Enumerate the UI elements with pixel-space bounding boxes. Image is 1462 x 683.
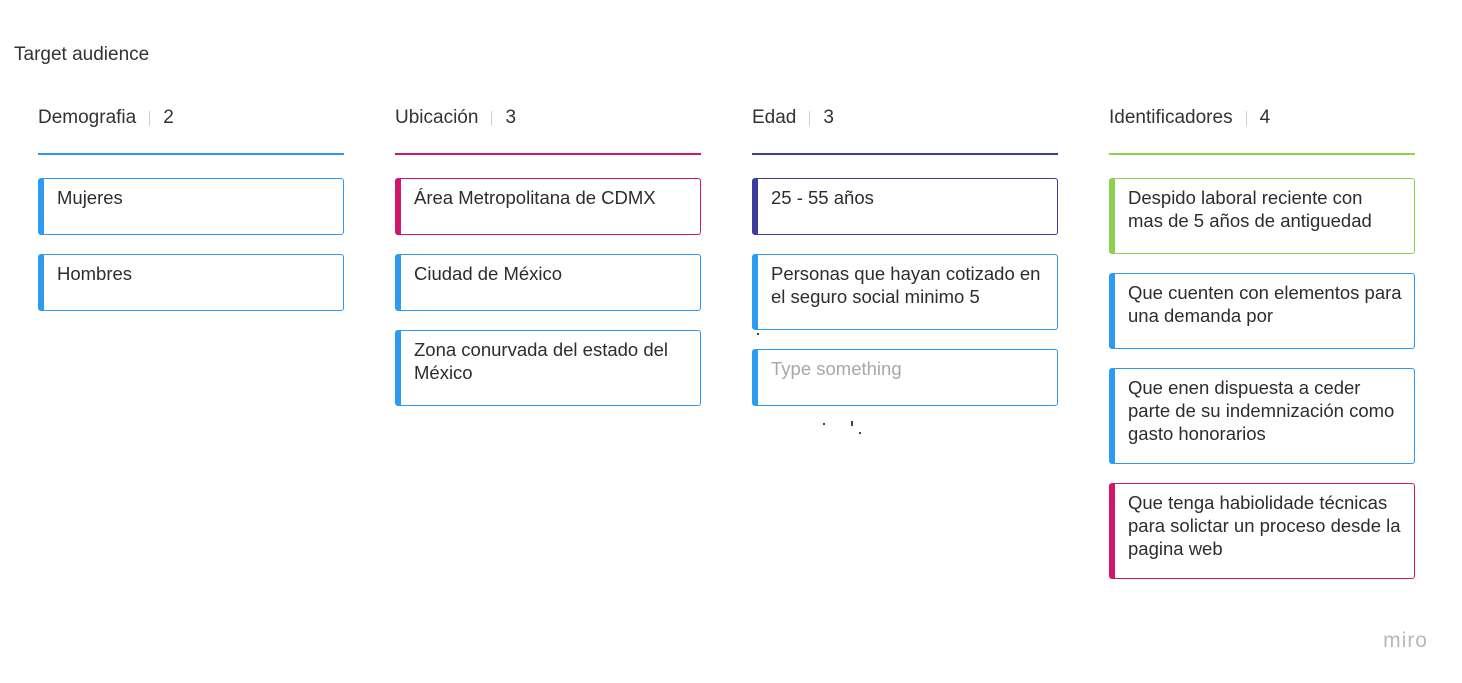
- column-count: 4: [1259, 107, 1271, 128]
- column-header[interactable]: Demografia 2: [38, 104, 344, 132]
- column-ubicacion: Ubicación 3 Área Metropolitana de CDMX C…: [395, 104, 701, 425]
- column-underline: [38, 153, 344, 155]
- card[interactable]: Mujeres: [38, 178, 344, 235]
- column-count: 3: [505, 107, 517, 128]
- card[interactable]: 25 - 55 años: [752, 178, 1058, 235]
- card[interactable]: Zona conurvada del estado del México: [395, 330, 701, 406]
- card-text: Área Metropolitana de CDMX: [414, 187, 656, 208]
- column-header[interactable]: Ubicación 3: [395, 104, 701, 132]
- card[interactable]: Área Metropolitana de CDMX: [395, 178, 701, 235]
- card[interactable]: Que tenga habiolidade técnicas para soli…: [1109, 483, 1415, 579]
- column-header[interactable]: Identificadores 4: [1109, 104, 1415, 132]
- card-text: Mujeres: [57, 187, 123, 208]
- card-text: Despido laboral reciente con mas de 5 añ…: [1128, 187, 1372, 231]
- column-count: 3: [823, 107, 834, 128]
- card-text: 25 - 55 años: [771, 187, 874, 208]
- card-text: Que tenga habiolidade técnicas para soli…: [1128, 492, 1401, 559]
- stray-dot: [823, 423, 825, 425]
- header-divider: [1245, 110, 1247, 126]
- card-text: Personas que hayan cotizado en el seguro…: [771, 263, 1041, 307]
- column-header[interactable]: Edad 3: [752, 104, 1058, 132]
- column-identificadores: Identificadores 4 Despido laboral recien…: [1109, 104, 1415, 598]
- column-title: Demografia: [38, 107, 137, 128]
- header-divider: [809, 110, 811, 126]
- stray-dot: [757, 333, 759, 335]
- board-title: Target audience: [14, 44, 150, 65]
- column-count: 2: [163, 107, 174, 128]
- card[interactable]: Ciudad de México: [395, 254, 701, 311]
- card-text: Que cuenten con elementos para una deman…: [1128, 282, 1402, 326]
- card[interactable]: Que enen dispuesta a ceder parte de su i…: [1109, 368, 1415, 464]
- card-text: Zona conurvada del estado del México: [414, 339, 669, 383]
- card[interactable]: Que cuenten con elementos para una deman…: [1109, 273, 1415, 349]
- card[interactable]: Despido laboral reciente con mas de 5 añ…: [1109, 178, 1415, 254]
- stray-dot: [859, 432, 861, 434]
- column-underline: [752, 153, 1058, 155]
- card[interactable]: Personas que hayan cotizado en el seguro…: [752, 254, 1058, 330]
- column-title: Edad: [752, 107, 797, 128]
- card-text: Que enen dispuesta a ceder parte de su i…: [1128, 377, 1395, 444]
- card-text: Hombres: [57, 263, 133, 284]
- column-underline: [1109, 153, 1415, 155]
- column-title: Ubicación: [395, 107, 479, 128]
- header-divider: [491, 110, 493, 126]
- header-divider: [149, 110, 151, 126]
- column-edad: Edad 3 25 - 55 años Personas que hayan c…: [752, 104, 1058, 425]
- column-title: Identificadores: [1109, 107, 1233, 128]
- card-text: Ciudad de México: [414, 263, 563, 284]
- card[interactable]: Hombres: [38, 254, 344, 311]
- column-underline: [395, 153, 701, 155]
- new-card-input[interactable]: Type something: [752, 349, 1058, 406]
- column-demografia: Demografia 2 Mujeres Hombres: [38, 104, 344, 330]
- miro-logo: miro: [1383, 629, 1428, 652]
- card-placeholder: Type something: [771, 358, 902, 379]
- stray-dot: [851, 421, 853, 426]
